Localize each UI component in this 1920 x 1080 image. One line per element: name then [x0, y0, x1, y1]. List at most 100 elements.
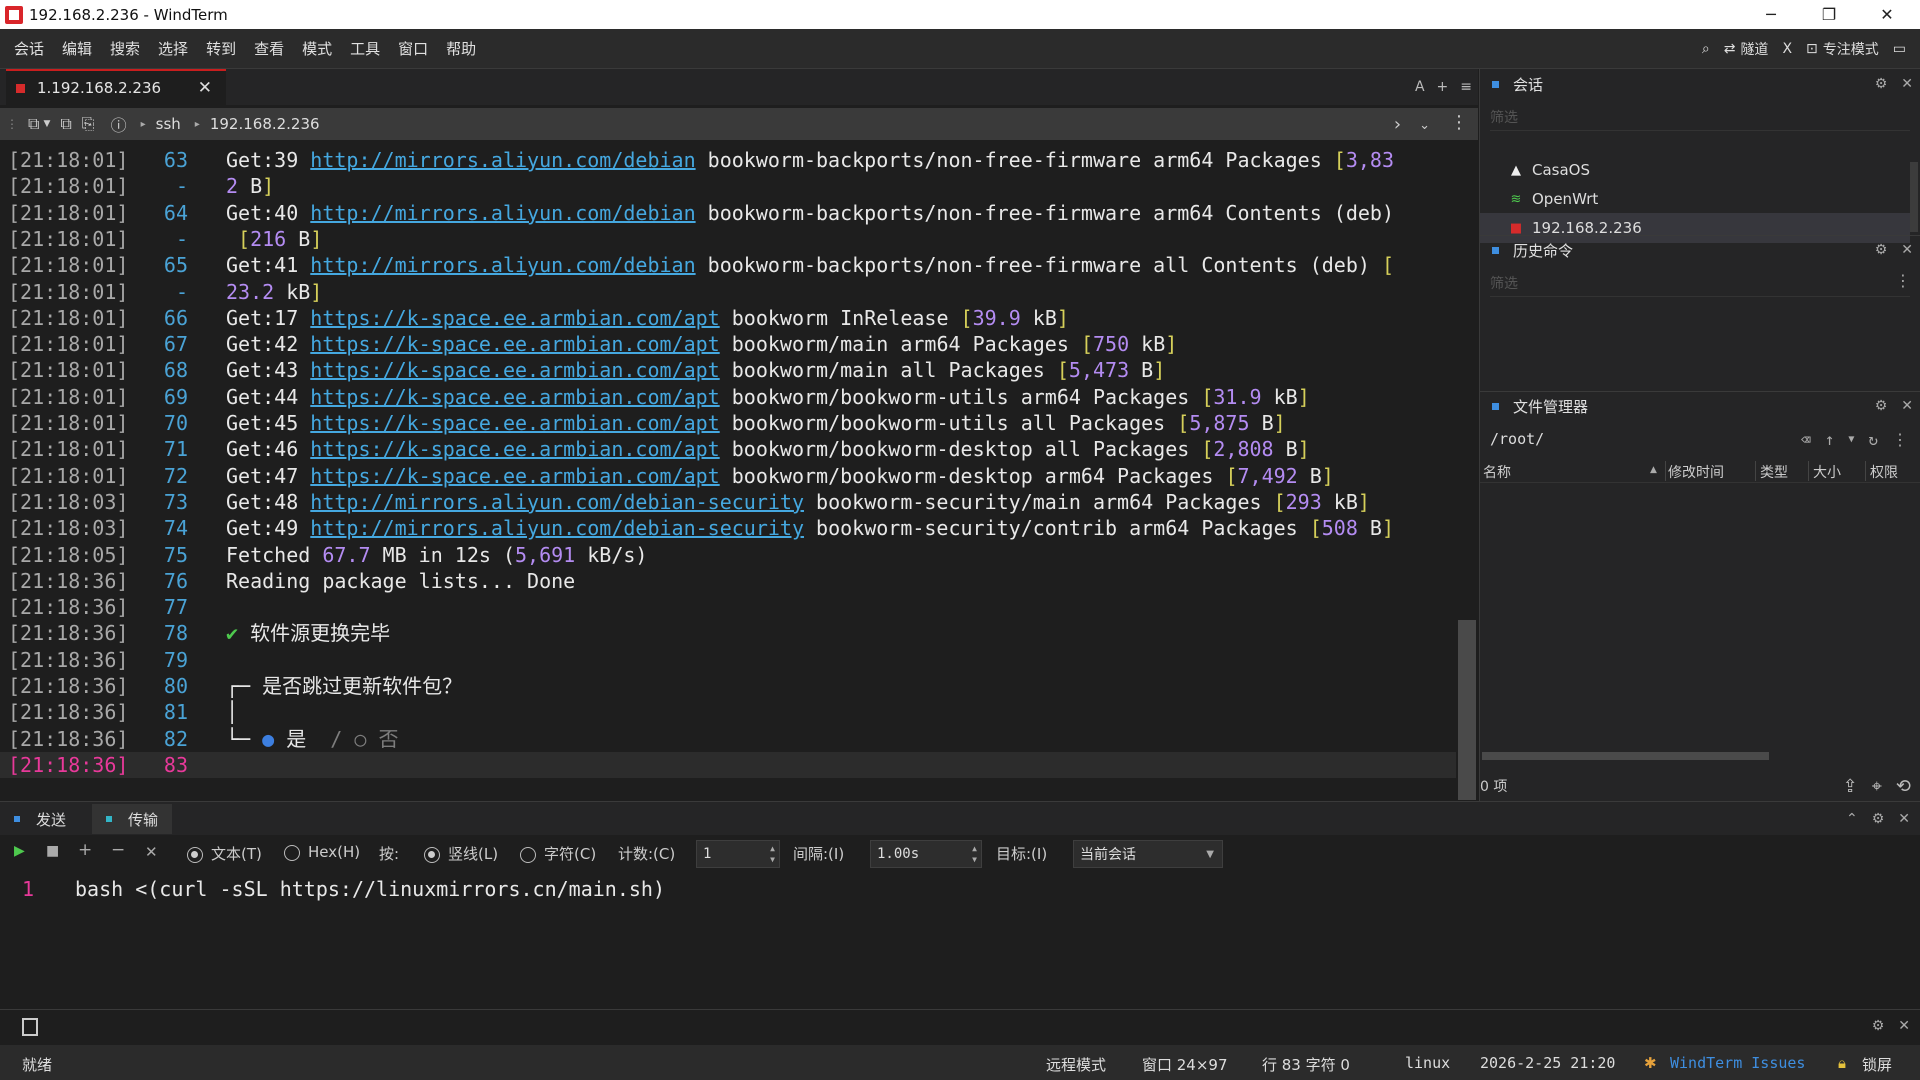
repo-url-link[interactable]: http://mirrors.aliyun.com/debian-securit… — [310, 516, 804, 540]
play-icon[interactable]: ▶ — [14, 843, 25, 859]
repo-url-link[interactable]: https://k-space.ee.armbian.com/apt — [310, 358, 719, 382]
clear-icon[interactable]: ✕ — [145, 843, 158, 861]
repo-url-link[interactable]: https://k-space.ee.armbian.com/apt — [310, 464, 719, 488]
repo-url-link[interactable]: http://mirrors.aliyun.com/debian — [310, 201, 695, 225]
spin-arrows-icon[interactable]: ▲ ▼ — [770, 843, 775, 865]
gear-icon[interactable]: ⚙ — [1875, 76, 1888, 92]
location-icon[interactable]: ⌖ — [1872, 776, 1882, 797]
close-tab-icon[interactable]: ✕ — [198, 78, 212, 98]
restore-button[interactable]: ❐ — [1800, 0, 1858, 29]
info-icon[interactable]: ⓘ — [111, 112, 127, 136]
x-button[interactable]: X — [1782, 41, 1792, 57]
status-window-size[interactable]: 窗口 24×97 — [1142, 1054, 1228, 1075]
new-session-icon[interactable]: ⧉ — [28, 114, 39, 134]
radio-char[interactable]: 字符(C) — [520, 843, 596, 864]
target-select[interactable]: 当前会话 ▼ — [1073, 840, 1223, 868]
font-icon[interactable]: A — [1415, 79, 1425, 95]
upload-icon[interactable]: ⇪ — [1843, 776, 1858, 797]
repo-url-link[interactable]: https://k-space.ee.armbian.com/apt — [310, 306, 719, 330]
clear-icon[interactable]: ⌫ — [1801, 430, 1811, 449]
send-command[interactable]: bash <(curl -sSL https://linuxmirrors.cn… — [75, 877, 665, 901]
menu-search[interactable]: 搜索 — [101, 38, 149, 59]
menu-help[interactable]: 帮助 — [437, 38, 485, 59]
chevron-right-icon[interactable]: › — [1394, 114, 1401, 135]
status-line-col[interactable]: 行 83 字符 0 — [1262, 1054, 1350, 1075]
more-vertical-icon[interactable]: ⋮ — [1895, 271, 1911, 290]
gear-icon[interactable]: ⚙ — [1875, 398, 1888, 414]
chevron-down-icon[interactable]: ⌄ — [1419, 118, 1430, 135]
tab-transfer[interactable]: 传输 — [92, 804, 173, 834]
log-document-icon[interactable] — [22, 1018, 38, 1036]
chevron-up-icon[interactable]: ⌃ — [1846, 811, 1858, 827]
refresh-icon[interactable]: ↻ — [1868, 430, 1878, 449]
count-spinbox[interactable]: 1 ▲ ▼ — [696, 840, 780, 868]
terminal-output[interactable]: [21:18:01] 63 Get:39 http://mirrors.aliyun… — [0, 146, 1456, 800]
sessions-scrollbar[interactable] — [1910, 162, 1918, 232]
gear-icon[interactable]: ⚙ — [1875, 242, 1888, 258]
tab-send[interactable]: 发送 — [0, 804, 80, 834]
focus-mode-button[interactable]: ⊡ 专注模式 — [1806, 39, 1879, 59]
menu-view[interactable]: 查看 — [245, 38, 293, 59]
column-modified[interactable]: 修改时间 — [1668, 462, 1724, 482]
column-name[interactable]: 名称 — [1483, 462, 1511, 482]
column-permission[interactable]: 权限 — [1870, 462, 1898, 482]
tab-menu-icon[interactable]: ≡ — [1460, 79, 1472, 95]
more-vertical-icon[interactable]: ⋮ — [1450, 112, 1468, 133]
repo-url-link[interactable]: https://k-space.ee.armbian.com/apt — [310, 437, 719, 461]
repo-url-link[interactable]: http://mirrors.aliyun.com/debian-securit… — [310, 490, 804, 514]
breadcrumb-protocol[interactable]: ssh — [156, 115, 181, 133]
send-editor[interactable]: 1 bash <(curl -sSL https://linuxmirrors.… — [0, 871, 1920, 1009]
files-horizontal-scrollbar[interactable] — [1482, 752, 1769, 760]
menu-window[interactable]: 窗口 — [389, 38, 437, 59]
radio-vline[interactable]: 竖线(L) — [424, 843, 498, 864]
close-icon[interactable]: ✕ — [1898, 1018, 1910, 1034]
arrow-up-icon[interactable]: ↑ — [1825, 430, 1835, 449]
radio-text[interactable]: 文本(T) — [187, 843, 262, 864]
repo-url-link[interactable]: https://k-space.ee.armbian.com/apt — [310, 385, 719, 409]
history-filter-input[interactable]: 筛选 — [1490, 269, 1910, 297]
session-item-casaos[interactable]: ▲ CasaOS — [1480, 155, 1910, 185]
sync-icon[interactable]: ⟲ — [1896, 776, 1911, 797]
repo-url-link[interactable]: https://k-space.ee.armbian.com/apt — [310, 332, 719, 356]
close-icon[interactable]: ✕ — [1901, 76, 1913, 92]
menu-edit[interactable]: 编辑 — [53, 38, 101, 59]
close-icon[interactable]: ✕ — [1898, 811, 1910, 827]
copy-icon[interactable]: ⎘ — [82, 114, 95, 134]
spin-arrows-icon[interactable]: ▲ ▼ — [972, 843, 977, 865]
session-tab[interactable]: 1.192.168.2.236 ✕ — [6, 69, 226, 105]
session-item-openwrt[interactable]: ≋ OpenWrt — [1480, 184, 1910, 214]
chevron-down-icon[interactable]: ▼ — [1848, 434, 1854, 449]
new-tab-icon[interactable]: + — [1437, 79, 1449, 95]
breadcrumb-host[interactable]: 192.168.2.236 — [210, 115, 320, 133]
repo-url-link[interactable]: http://mirrors.aliyun.com/debian — [310, 148, 695, 172]
close-window-button[interactable]: ✕ — [1858, 0, 1916, 29]
search-icon[interactable]: ⌕ — [1702, 41, 1710, 57]
radio-hex[interactable]: Hex(H) — [284, 843, 360, 861]
remove-icon[interactable]: − — [111, 840, 125, 860]
menu-mode[interactable]: 模式 — [293, 38, 341, 59]
radio-selected-icon[interactable]: ● — [262, 727, 274, 751]
repo-url-link[interactable]: http://mirrors.aliyun.com/debian — [310, 253, 695, 277]
option-inactive[interactable]: / — [330, 727, 342, 751]
windterm-issues-link[interactable]: WindTerm Issues — [1670, 1054, 1805, 1072]
option-inactive[interactable]: ○ 否 — [354, 727, 398, 751]
sessions-filter-input[interactable]: 筛选 — [1490, 103, 1910, 131]
column-type[interactable]: 类型 — [1760, 462, 1788, 482]
menu-tools[interactable]: 工具 — [341, 38, 389, 59]
add-icon[interactable]: + — [78, 840, 92, 860]
stop-icon[interactable]: ■ — [46, 843, 59, 859]
terminal-scrollbar[interactable] — [1458, 620, 1476, 800]
gear-icon[interactable]: ⚙ — [1872, 1018, 1885, 1034]
column-size[interactable]: 大小 — [1813, 462, 1841, 482]
status-os[interactable]: linux — [1405, 1054, 1450, 1072]
menu-goto[interactable]: 转到 — [197, 38, 245, 59]
menu-session[interactable]: 会话 — [0, 38, 53, 59]
file-path-input[interactable]: /root/ ⌫ ↑ ▼ ↻ ⋮ — [1490, 425, 1920, 453]
close-icon[interactable]: ✕ — [1901, 242, 1913, 258]
menu-select[interactable]: 选择 — [149, 38, 197, 59]
tunnel-button[interactable]: ⇄ 隧道 — [1724, 39, 1769, 59]
minimize-button[interactable]: ─ — [1742, 0, 1800, 29]
layout-icon[interactable]: ▭ — [1893, 41, 1906, 57]
interval-spinbox[interactable]: 1.00s ▲ ▼ — [870, 840, 982, 868]
more-vertical-icon[interactable]: ⋮ — [1892, 430, 1908, 449]
